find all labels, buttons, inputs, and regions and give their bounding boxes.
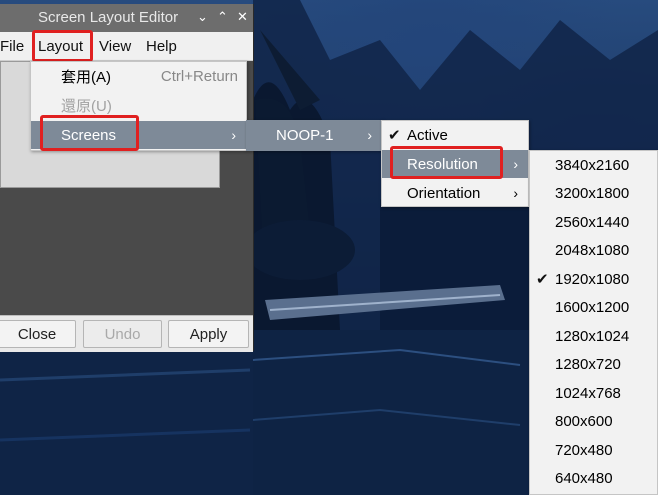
submenu-arrow-icon: › xyxy=(231,127,236,143)
check-icon: ✔ xyxy=(536,271,549,288)
close-button[interactable]: Close xyxy=(0,320,76,348)
resolution-item-label: 720x480 xyxy=(555,441,613,459)
resolution-item-label: 1920x1080 xyxy=(555,270,630,288)
resolution-item-label: 1280x720 xyxy=(555,356,621,373)
resolution-item-1600x1200[interactable]: 1600x1200 xyxy=(530,294,657,322)
submenu-arrow-icon: › xyxy=(367,127,372,143)
menu-item-orientation[interactable]: Orientation › xyxy=(382,179,528,207)
menu-help[interactable]: Help xyxy=(146,38,177,55)
resolution-item-label: 2560x1440 xyxy=(555,213,630,231)
resolution-highlight-box xyxy=(390,146,503,179)
menu-item-apply-shortcut: Ctrl+Return xyxy=(160,67,238,85)
menu-file[interactable]: File xyxy=(0,38,24,55)
menu-item-apply[interactable]: 套用(A) Ctrl+Return xyxy=(31,62,246,90)
submenu-arrow-icon: › xyxy=(513,156,518,172)
resolution-item-1920x1080[interactable]: ✔ 1920x1080 xyxy=(530,265,657,293)
resolution-item-2048x1080[interactable]: 2048x1080 xyxy=(530,237,657,265)
resolution-item-2560x1440[interactable]: 2560x1440 xyxy=(530,208,657,236)
menu-item-orientation-label: Orientation xyxy=(407,184,481,202)
resolution-item-1280x720[interactable]: 1280x720 xyxy=(530,351,657,379)
screens-highlight-box xyxy=(40,115,139,151)
window-title: Screen Layout Editor xyxy=(38,9,179,26)
resolution-item-3840x2160[interactable]: 3840x2160 xyxy=(530,151,657,179)
resolution-item-label: 800x600 xyxy=(555,413,613,430)
resolution-item-1024x768[interactable]: 1024x768 xyxy=(530,379,657,407)
layout-menu-highlight-box xyxy=(32,30,93,62)
menu-item-revert-label: 還原(U) xyxy=(61,97,112,115)
window-titlebar[interactable]: Screen Layout Editor ⌄ ⌃ ✕ xyxy=(0,4,253,32)
menu-item-noop-1[interactable]: NOOP-1 › xyxy=(247,121,382,149)
resolution-item-label: 1600x1200 xyxy=(555,299,630,316)
undo-button[interactable]: Undo xyxy=(83,320,162,348)
resolution-item-label: 3200x1800 xyxy=(555,185,630,202)
maximize-icon[interactable]: ⌃ xyxy=(217,9,228,25)
resolution-item-label: 1280x1024 xyxy=(555,327,630,345)
resolution-submenu: 3840x2160 3200x1800 2560x1440 2048x1080 … xyxy=(529,150,658,495)
resolution-item-label: 2048x1080 xyxy=(555,242,630,259)
submenu-arrow-icon: › xyxy=(513,185,518,201)
screen-layout-editor-window: Screen Layout Editor ⌄ ⌃ ✕ File Layout V… xyxy=(0,4,254,352)
resolution-item-3200x1800[interactable]: 3200x1800 xyxy=(530,180,657,208)
close-window-icon[interactable]: ✕ xyxy=(237,9,248,25)
apply-button[interactable]: Apply xyxy=(168,320,249,348)
check-icon: ✔ xyxy=(388,127,401,144)
menu-item-active-label: Active xyxy=(407,126,448,144)
menu-item-noop-1-label: NOOP-1 xyxy=(276,126,334,144)
menubar: File Layout View Help xyxy=(0,30,253,62)
menu-item-apply-label: 套用(A) xyxy=(61,68,111,86)
resolution-item-640x480[interactable]: 640x480 xyxy=(530,465,657,493)
resolution-item-label: 1024x768 xyxy=(555,384,621,402)
resolution-item-800x600[interactable]: 800x600 xyxy=(530,408,657,436)
resolution-item-1280x1024[interactable]: 1280x1024 xyxy=(530,322,657,350)
button-bar: Close Undo Apply xyxy=(0,315,253,352)
resolution-item-label: 3840x2160 xyxy=(555,156,630,174)
resolution-item-720x480[interactable]: 720x480 xyxy=(530,436,657,464)
minimize-icon[interactable]: ⌄ xyxy=(197,9,208,25)
menu-item-active[interactable]: ✔ Active xyxy=(382,121,528,149)
screens-submenu: NOOP-1 › xyxy=(246,120,383,151)
menu-view[interactable]: View xyxy=(99,38,131,55)
resolution-item-label: 640x480 xyxy=(555,470,613,487)
